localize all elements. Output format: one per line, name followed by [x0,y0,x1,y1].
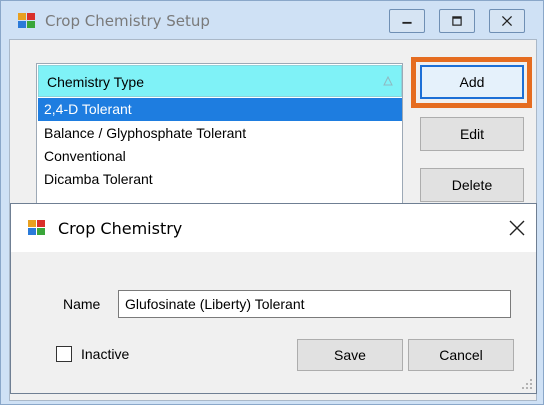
app-window-icon [28,220,46,236]
list-item[interactable]: Conventional [38,145,402,168]
crop-chemistry-dialog: Crop Chemistry Name Inactive Save Cancel [10,203,537,394]
minimize-button[interactable] [389,9,425,33]
sort-ascending-icon [383,76,393,86]
dialog-titlebar: Crop Chemistry [11,204,536,252]
setup-window-title: Crop Chemistry Setup [45,12,210,30]
list-item[interactable]: Dicamba Tolerant [38,168,402,191]
inactive-label[interactable]: Inactive [81,346,129,362]
chemistry-type-column-header[interactable]: Chemistry Type [38,65,402,97]
name-input[interactable] [118,290,511,318]
chemistry-type-list[interactable]: Chemistry Type 2,4-D Tolerant Balance / … [36,63,403,213]
app-window-icon [18,13,36,29]
add-button-highlight [411,57,532,108]
close-icon[interactable] [508,219,526,237]
save-button[interactable]: Save [297,339,403,371]
close-icon [501,15,513,27]
setup-titlebar: Crop Chemistry Setup [1,1,543,39]
column-header-label: Chemistry Type [47,74,144,90]
cancel-button[interactable]: Cancel [408,339,514,371]
delete-button[interactable]: Delete [420,168,524,202]
inactive-checkbox[interactable] [56,346,72,362]
restore-icon [452,16,462,26]
list-item[interactable]: 2,4-D Tolerant [38,98,402,121]
resize-grip-icon[interactable] [521,378,533,390]
name-label: Name [63,296,101,312]
minimize-icon [402,21,412,24]
dialog-title: Crop Chemistry [58,219,183,238]
restore-button[interactable] [439,9,475,33]
edit-button[interactable]: Edit [420,117,524,151]
setup-close-button[interactable] [489,9,525,33]
list-item[interactable]: Balance / Glyphosphate Tolerant [38,122,402,145]
